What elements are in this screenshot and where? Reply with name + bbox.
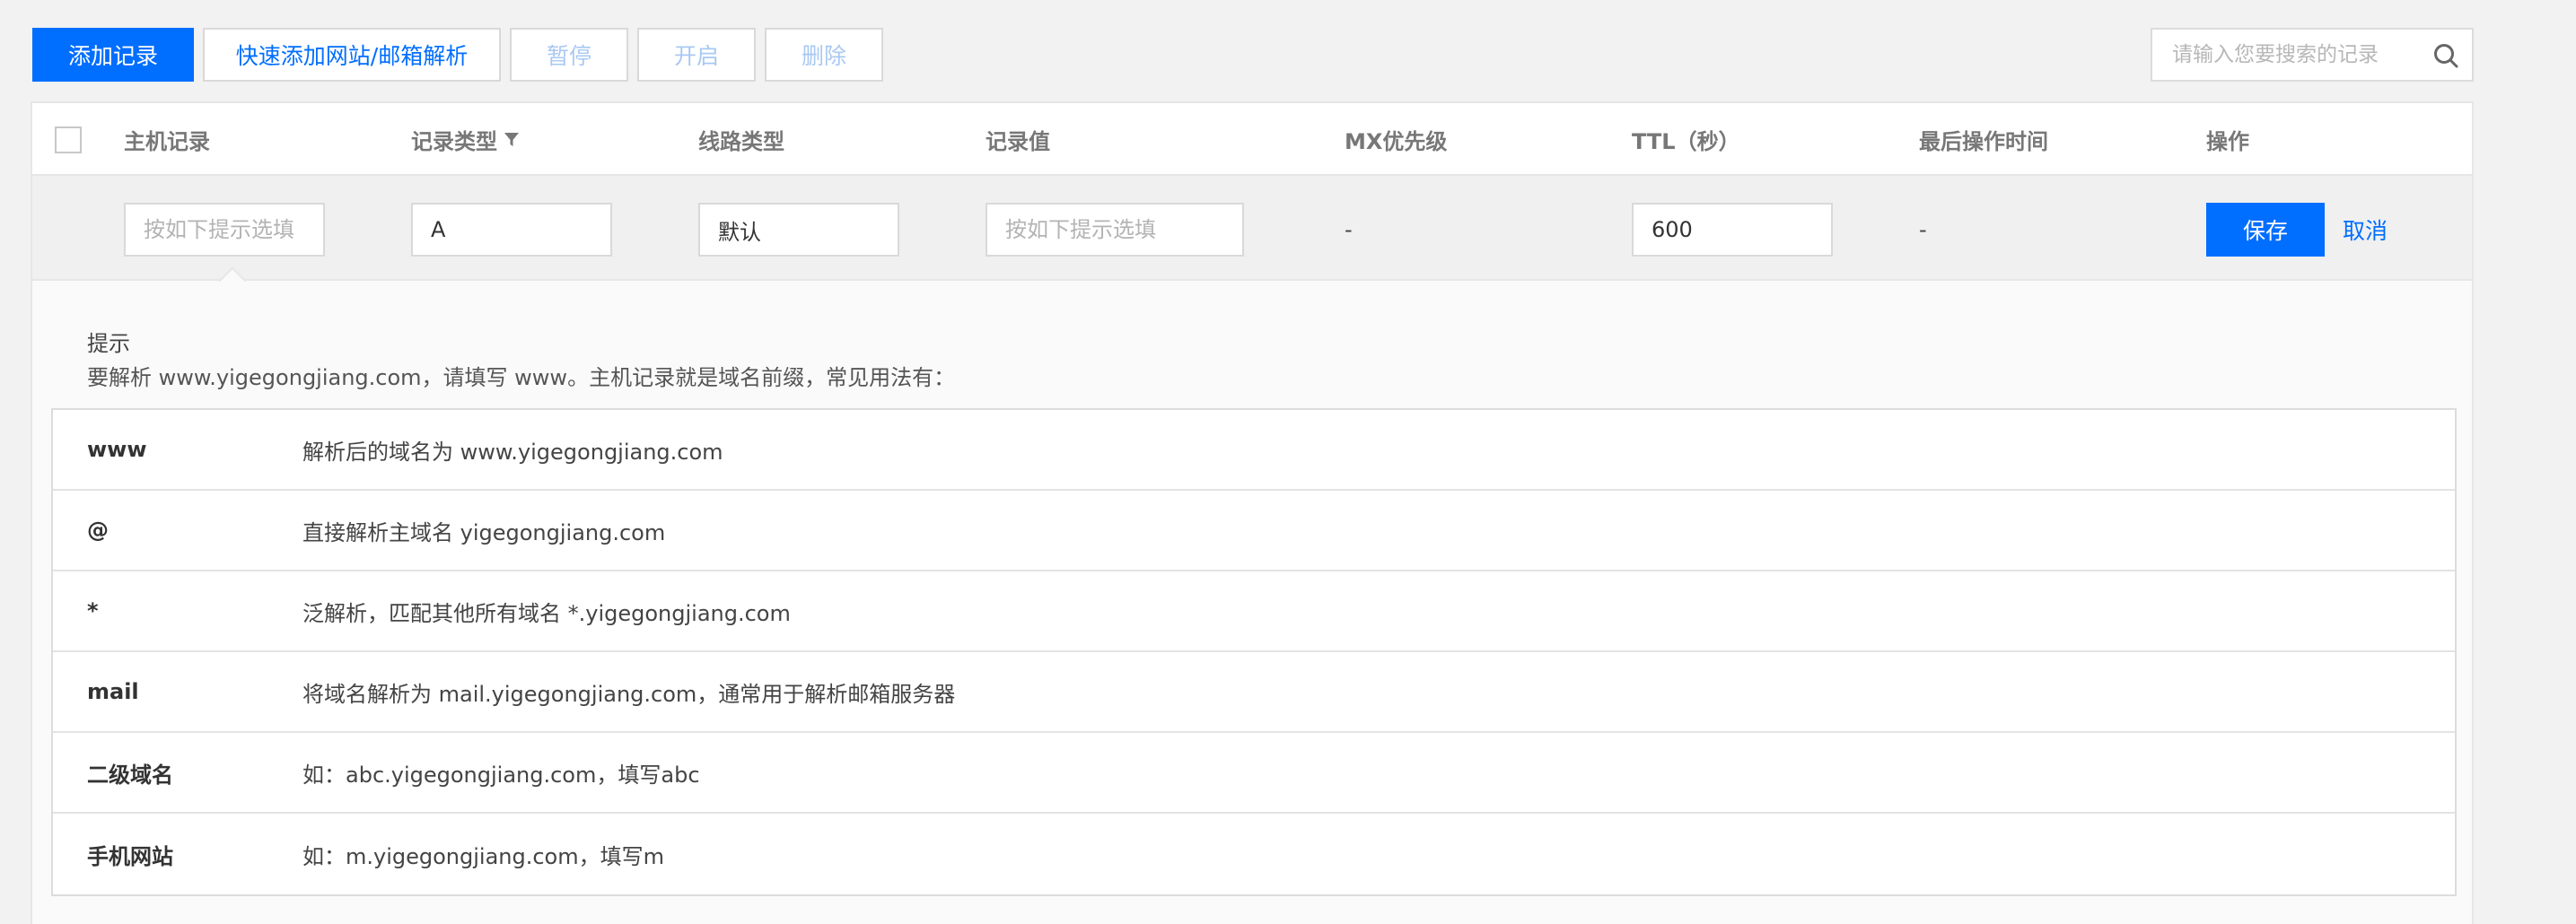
filter-icon[interactable]: [503, 131, 521, 149]
header-actions: 操作: [2206, 129, 2249, 154]
header-last-op: 最后操作时间: [1919, 129, 2048, 154]
table-header: 主机记录 记录类型 线路类型 记录值 MX优先级 TTL（秒） 最后操作时间 操…: [32, 103, 2472, 176]
last-op-time-value: -: [1919, 217, 1927, 242]
search-input[interactable]: [2152, 30, 2422, 80]
tip-row: 二级域名 如：abc.yigegongjiang.com，填写abc: [53, 733, 2455, 814]
cancel-link[interactable]: 取消: [2343, 203, 2388, 257]
tip-row: mail 将域名解析为 mail.yigegongjiang.com，通常用于解…: [53, 652, 2455, 733]
save-button[interactable]: 保存: [2206, 203, 2325, 257]
search-box: [2151, 28, 2474, 82]
enable-button[interactable]: 开启: [637, 28, 756, 82]
tip-row: * 泛解析，匹配其他所有域名 *.yigegongjiang.com: [53, 571, 2455, 652]
ttl-input[interactable]: [1632, 203, 1833, 257]
tip-desc: 解析后的域名为 www.yigegongjiang.com: [302, 439, 723, 465]
add-record-button[interactable]: 添加记录: [32, 28, 194, 82]
tip-key: www: [87, 437, 147, 462]
delete-button[interactable]: 删除: [765, 28, 883, 82]
tip-desc: 如：abc.yigegongjiang.com，填写abc: [302, 762, 700, 788]
header-ttl: TTL（秒）: [1632, 129, 1740, 154]
header-host: 主机记录: [124, 129, 210, 154]
host-record-input[interactable]: [124, 203, 325, 257]
header-value: 记录值: [986, 129, 1050, 154]
search-icon[interactable]: [2432, 42, 2459, 69]
header-type[interactable]: 记录类型: [411, 103, 521, 176]
tip-desc: 直接解析主域名 yigegongjiang.com: [302, 519, 666, 545]
record-type-select[interactable]: [411, 203, 612, 257]
tip-key: mail: [87, 679, 139, 704]
select-all-checkbox[interactable]: [55, 126, 82, 153]
record-value-input[interactable]: [986, 203, 1244, 257]
tip-row: 手机网站 如：m.yigegongjiang.com，填写m: [53, 814, 2455, 894]
header-mx: MX优先级: [1345, 129, 1448, 154]
tip-desc: 将域名解析为 mail.yigegongjiang.com，通常用于解析邮箱服务…: [302, 681, 956, 707]
line-type-select[interactable]: [698, 203, 899, 257]
records-panel: 主机记录 记录类型 线路类型 记录值 MX优先级 TTL（秒） 最后操作时间 操…: [31, 101, 2474, 924]
quick-add-button[interactable]: 快速添加网站/邮箱解析: [203, 28, 501, 82]
tip-row: @ 直接解析主域名 yigegongjiang.com: [53, 491, 2455, 571]
tip-table: www 解析后的域名为 www.yigegongjiang.com @ 直接解析…: [51, 408, 2457, 896]
tip-key: @: [87, 518, 109, 543]
header-line: 线路类型: [698, 129, 784, 154]
tip-key: *: [87, 598, 99, 623]
mx-priority-value: -: [1345, 217, 1353, 242]
tip-desc: 如：m.yigegongjiang.com，填写m: [302, 843, 664, 869]
tip-desc: 泛解析，匹配其他所有域名 *.yigegongjiang.com: [302, 600, 791, 626]
tip-key: 手机网站: [87, 843, 173, 869]
edit-record-row: - - 保存 取消: [32, 176, 2472, 281]
tip-description: 要解析 www.yigegongjiang.com，请填写 www。主机记录就是…: [87, 365, 956, 390]
tip-key: 二级域名: [87, 762, 173, 788]
pause-button[interactable]: 暂停: [510, 28, 628, 82]
tip-title: 提示: [87, 331, 130, 356]
tip-row: www 解析后的域名为 www.yigegongjiang.com: [53, 410, 2455, 491]
